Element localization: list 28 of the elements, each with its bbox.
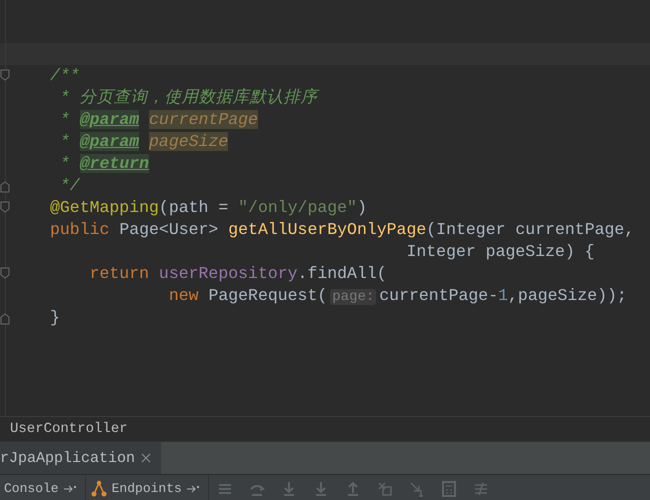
fold-marker-icon[interactable] <box>0 181 10 193</box>
code-line: * @param pageSize <box>58 131 228 153</box>
fold-marker-icon[interactable] <box>0 313 10 325</box>
drop-frame-icon[interactable] <box>376 480 393 496</box>
fold-marker-icon[interactable] <box>0 69 10 81</box>
close-icon[interactable] <box>141 453 152 463</box>
trace-icon[interactable] <box>472 480 489 496</box>
code-line: public Page<User> getAllUserByOnlyPage(Integer currentPage, <box>50 219 634 241</box>
code-line: new PageRequest( page: currentPage-1,pageSize)); <box>168 284 627 306</box>
endpoints-icon <box>90 480 108 498</box>
code-line: @GetMapping(path = "/only/page") <box>50 197 367 219</box>
pin-icon[interactable] <box>62 484 77 494</box>
run-to-cursor-icon[interactable] <box>408 480 425 496</box>
calculator-icon[interactable] <box>440 480 457 496</box>
code-line: /** <box>50 65 80 87</box>
code-line: * @param currentPage <box>58 109 258 131</box>
code-line: Integer pageSize) { <box>405 241 595 263</box>
tool-window-tab[interactable]: Endpoints <box>86 475 209 500</box>
pin-icon[interactable] <box>186 484 200 494</box>
fold-marker-icon[interactable] <box>0 267 10 279</box>
code-line: * 分页查询，使用数据库默认排序 <box>58 87 318 109</box>
breadcrumb[interactable]: UserController <box>10 421 128 437</box>
code-line: } <box>50 307 60 329</box>
code-line: */ <box>58 175 80 197</box>
fold-marker-icon[interactable] <box>0 201 10 213</box>
run-tab[interactable]: rJpaApplication <box>0 442 162 474</box>
code-line: return userRepository.findAll( <box>88 263 387 285</box>
tool-window-tab[interactable]: Console <box>0 475 86 500</box>
